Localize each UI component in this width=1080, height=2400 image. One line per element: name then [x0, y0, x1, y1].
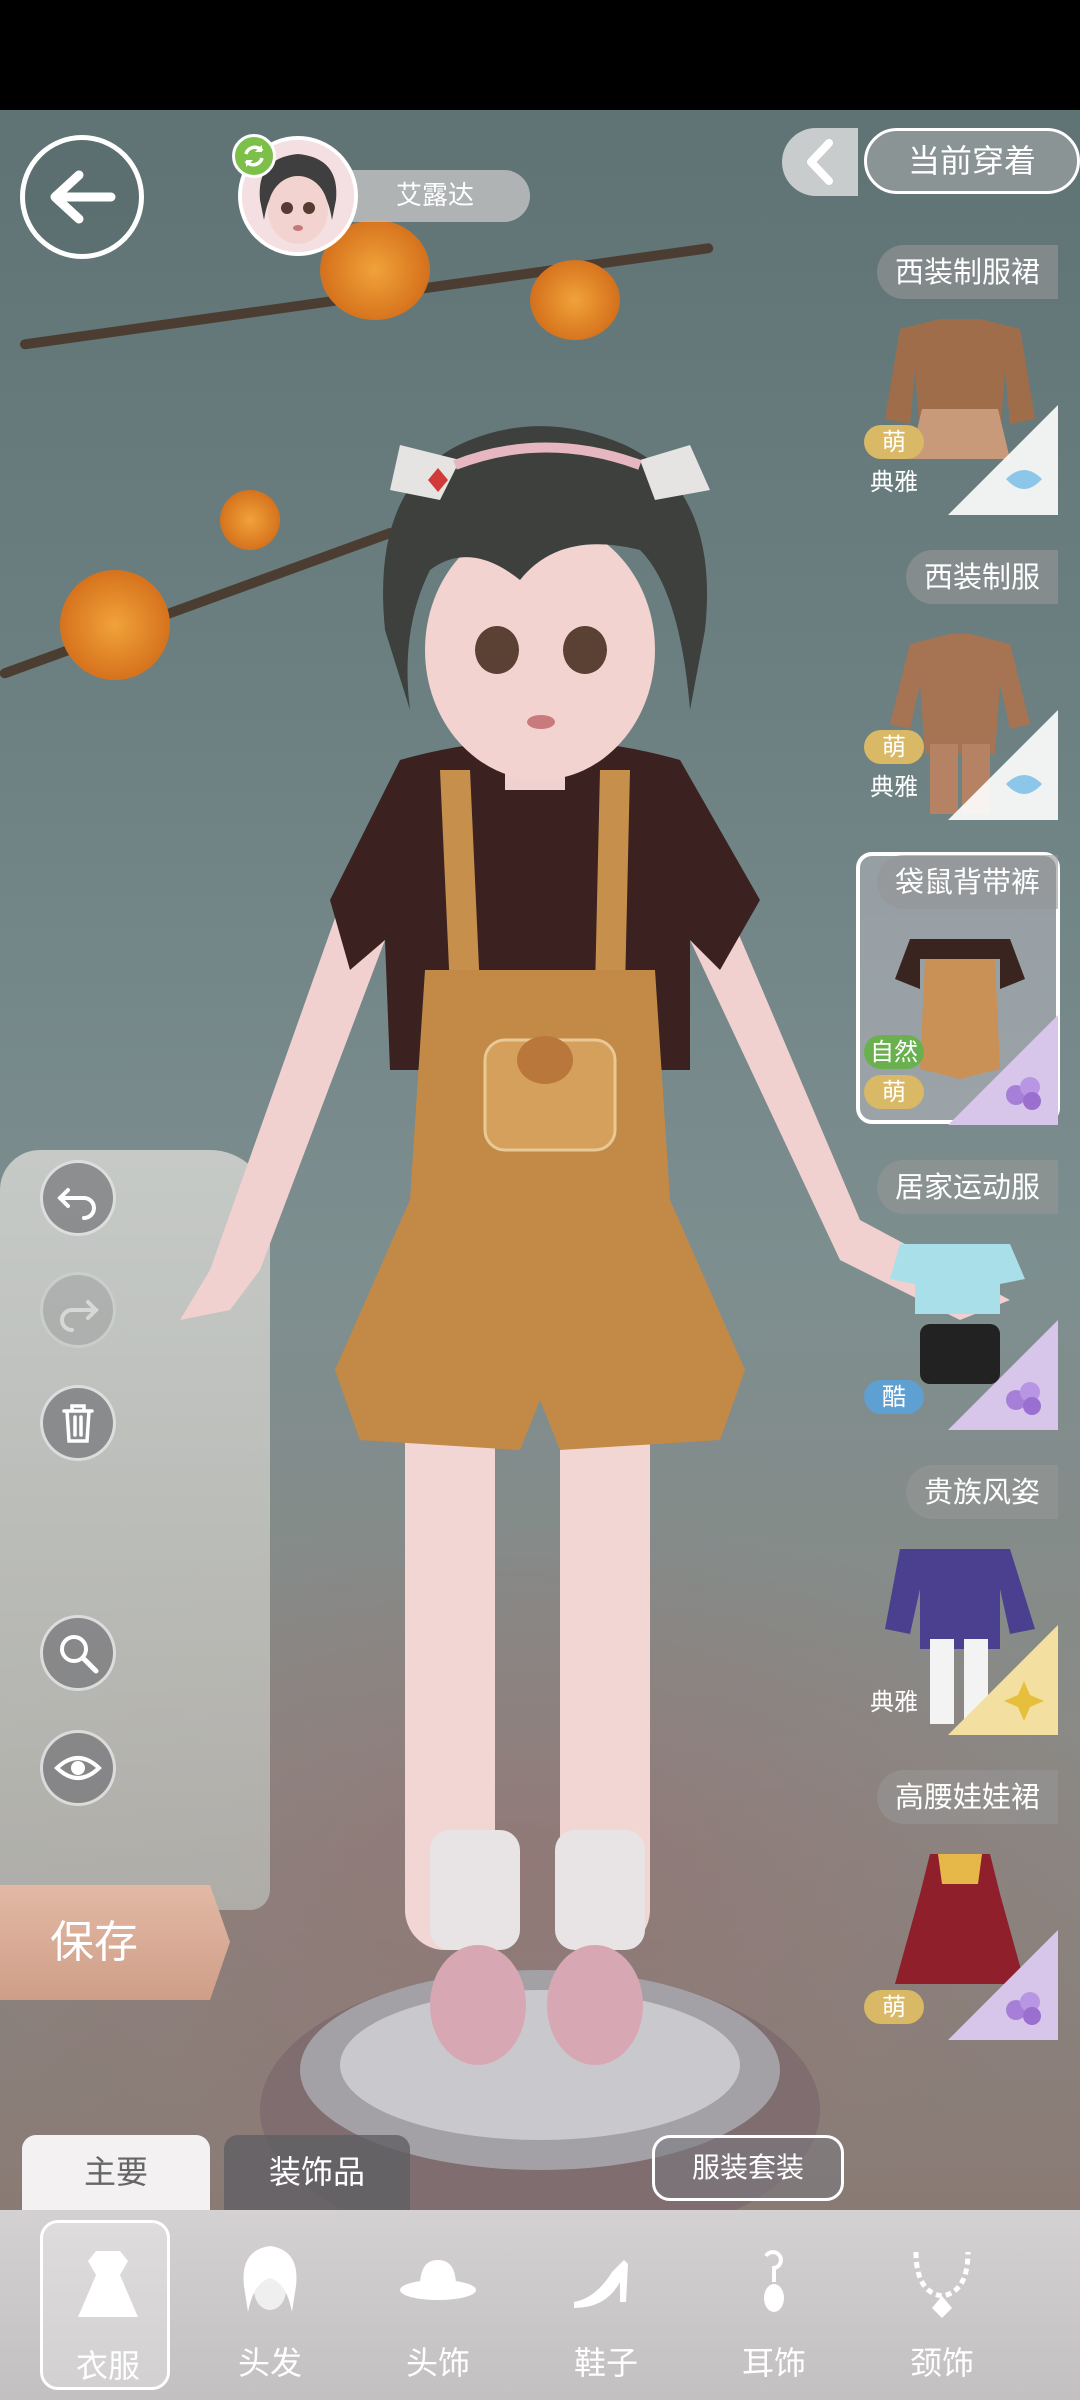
category-label: 耳饰 [741, 2344, 806, 2382]
purple-gem-icon [1006, 1382, 1041, 1415]
style-tag: 萌 [864, 730, 924, 764]
outfit-set-button[interactable]: 服装套装 [652, 2135, 844, 2201]
outfit-name: 居家运动服 [876, 1160, 1058, 1214]
category-hair[interactable]: 头发 [205, 2220, 335, 2390]
hair-icon [243, 2246, 297, 2312]
outfit-item[interactable]: 居家运动服 酷 [860, 1160, 1058, 1430]
style-tag: 典雅 [870, 468, 918, 496]
undo-button[interactable] [40, 1160, 116, 1236]
undo-icon [57, 1188, 96, 1220]
magnifier-icon [60, 1635, 99, 1674]
zoom-button[interactable] [40, 1615, 116, 1691]
outfit-name: 高腰娃娃裙 [876, 1770, 1058, 1824]
collapse-panel-button[interactable] [782, 128, 858, 196]
outfit-item-selected[interactable]: 袋鼠背带裤 自然 萌 [860, 855, 1058, 1125]
style-tag: 典雅 [870, 773, 918, 801]
redo-button[interactable] [40, 1272, 116, 1348]
purple-gem-icon [1006, 1077, 1041, 1110]
outfit-name: 贵族风姿 [905, 1465, 1058, 1519]
tab-accessories[interactable]: 装饰品 [224, 2135, 410, 2210]
category-label: 鞋子 [573, 2344, 638, 2382]
arrow-left-icon [50, 170, 116, 224]
outfit-item[interactable]: 贵族风姿 典雅 [860, 1465, 1058, 1735]
visibility-button[interactable] [40, 1730, 116, 1806]
category-earrings[interactable]: 耳饰 [709, 2220, 839, 2390]
dress-icon [78, 2251, 138, 2317]
outfit-name: 西装制服 [905, 550, 1058, 604]
tab-main[interactable]: 主要 [22, 2135, 210, 2210]
category-necklace[interactable]: 颈饰 [877, 2220, 1007, 2390]
blue-gem-icon [1006, 470, 1042, 489]
category-label: 颈饰 [909, 2344, 974, 2382]
trash-icon [62, 1404, 94, 1443]
switch-character-button[interactable] [232, 134, 276, 178]
style-tag: 萌 [864, 1990, 924, 2024]
current-wearing-button[interactable]: 当前穿着 [864, 128, 1080, 194]
outfit-name: 西装制服裙 [876, 245, 1058, 299]
chevron-left-icon [807, 139, 833, 185]
delete-button[interactable] [40, 1385, 116, 1461]
style-tag: 萌 [864, 1075, 924, 1109]
eye-icon [54, 1756, 102, 1780]
category-clothes[interactable]: 衣服 [40, 2220, 170, 2390]
gold-gem-icon [1004, 1681, 1044, 1721]
outfit-name: 袋鼠背带裤 [876, 855, 1058, 909]
necklace-icon [913, 2251, 971, 2318]
hat-icon [400, 2260, 476, 2300]
style-tag: 萌 [864, 425, 924, 459]
back-button[interactable] [20, 135, 144, 259]
style-tag: 典雅 [870, 1688, 918, 1716]
earring-icon [764, 2250, 784, 2312]
refresh-icon [244, 145, 264, 167]
category-label: 头发 [237, 2344, 302, 2382]
category-label: 衣服 [75, 2347, 140, 2385]
purple-gem-icon [1006, 1992, 1041, 2025]
outfit-item[interactable]: 西装制服 萌 典雅 [860, 550, 1058, 820]
category-bar: 衣服 头发 头饰 鞋子 耳饰 颈饰 [0, 2210, 1080, 2400]
outfit-item[interactable]: 西装制服裙 萌 典雅 [860, 245, 1058, 515]
category-label: 头饰 [405, 2344, 470, 2382]
save-button[interactable]: 保存 [0, 1885, 230, 2000]
outfit-item[interactable]: 高腰娃娃裙 萌 [860, 1770, 1058, 2040]
redo-icon [60, 1300, 99, 1332]
style-tag: 酷 [864, 1380, 924, 1414]
character-name: 艾露达 [395, 181, 474, 211]
category-shoes[interactable]: 鞋子 [541, 2220, 671, 2390]
style-tag: 自然 [864, 1035, 924, 1069]
shoe-icon [574, 2260, 628, 2308]
category-headwear[interactable]: 头饰 [373, 2220, 503, 2390]
blue-gem-icon [1006, 775, 1042, 794]
